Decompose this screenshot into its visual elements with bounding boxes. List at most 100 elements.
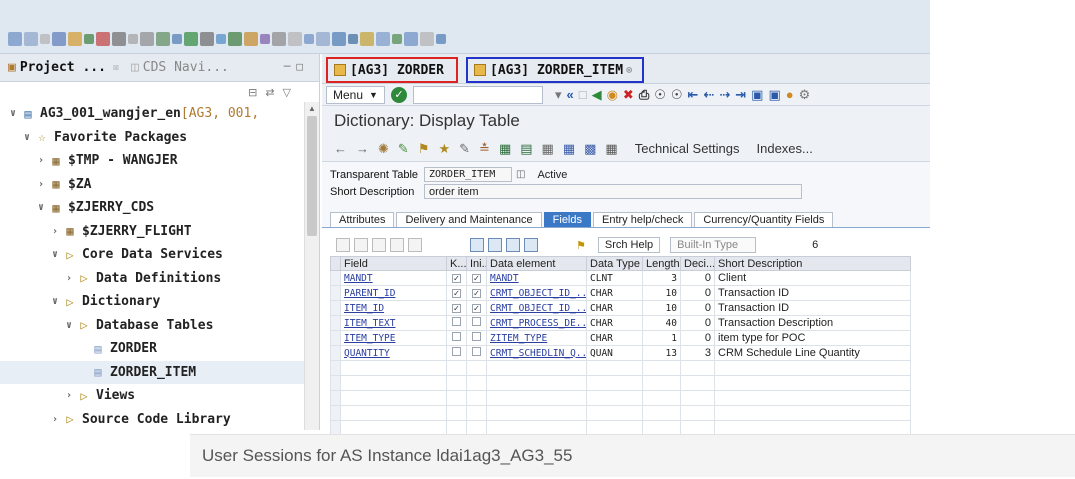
warn-icon[interactable] <box>244 32 258 46</box>
chevron-down-icon[interactable]: ∨ <box>6 108 20 119</box>
settings-icon[interactable]: ⚙ <box>799 87 811 103</box>
tree-item[interactable]: ∨ ▷ Core Data Services <box>0 243 305 267</box>
chevron-right-icon[interactable]: › <box>48 414 62 425</box>
tree-item[interactable]: ▤ ZORDER <box>0 337 305 361</box>
deselect-icon[interactable] <box>506 238 520 252</box>
chevron-down-icon[interactable]: ▾ <box>555 87 562 103</box>
tab-cds-navigator[interactable]: ◫ CDS Navi... <box>131 60 229 75</box>
empty-row[interactable] <box>330 390 911 406</box>
field-name-cell[interactable]: ITEM_TYPE <box>340 330 447 346</box>
search-help-button[interactable]: Srch Help <box>597 237 661 253</box>
data-element-cell[interactable]: CRMT_OBJECT_ID_... <box>486 300 587 316</box>
go-icon[interactable] <box>184 32 198 46</box>
delete-row-icon[interactable] <box>408 238 422 252</box>
field-name-cell[interactable]: PARENT_ID <box>340 285 447 301</box>
scroll-up-icon[interactable]: ▲ <box>308 104 316 113</box>
doc-icon[interactable]: ◫ <box>516 169 525 180</box>
insert-row-icon[interactable] <box>390 238 404 252</box>
chevron-right-icon[interactable]: › <box>62 390 76 401</box>
hierarchy-icon[interactable]: ≛ <box>479 141 490 157</box>
field-name-cell[interactable]: ITEM_ID <box>340 300 447 316</box>
data-element-cell[interactable]: ZITEM_TYPE <box>486 330 587 346</box>
collapse-all-icon[interactable]: ⊟ <box>248 86 257 99</box>
row-header-corner[interactable] <box>330 256 341 271</box>
sync-icon[interactable] <box>172 34 182 44</box>
short-desc-field[interactable]: order item <box>424 184 802 199</box>
tree-item[interactable]: ∨ ▤ AG3_001_wangjer_en [AG3, 001, <box>0 102 305 126</box>
chevron-right-icon[interactable]: › <box>48 226 62 237</box>
init-checkbox[interactable] <box>472 347 481 356</box>
structure-icon[interactable]: ▦ <box>499 141 511 157</box>
empty-row[interactable] <box>330 375 911 391</box>
save-all-icon[interactable] <box>40 34 50 44</box>
tree-item[interactable]: ∨ ▷ Database Tables <box>0 314 305 338</box>
table-row[interactable]: PARENT_ID ✓ ✓ CRMT_OBJECT_ID_... CHAR 10 0 Tran… <box>330 285 911 301</box>
chevron-down-icon[interactable]: ∨ <box>34 202 48 213</box>
tree-item[interactable]: ▤ ZORDER_ITEM <box>0 360 305 384</box>
builtin-type-button[interactable]: Built-In Type <box>670 237 757 253</box>
next-page-icon[interactable]: ⇢ <box>719 87 730 103</box>
indexes-link[interactable]: Indexes... <box>757 141 813 156</box>
paste-row-icon[interactable] <box>372 238 386 252</box>
row-selector[interactable] <box>330 330 341 346</box>
chevron-right-icon[interactable]: › <box>34 179 48 190</box>
empty-row[interactable] <box>330 360 911 376</box>
print-icon[interactable] <box>52 32 66 46</box>
layout-icon[interactable]: ▣ <box>751 87 763 103</box>
subtab-delivery-and-maintenance[interactable]: Delivery and Maintenance <box>396 212 542 227</box>
table-row[interactable]: ITEM_TYPE ZITEM_TYPE CHAR 1 0 item type for P… <box>330 330 911 346</box>
save-icon[interactable] <box>24 32 38 46</box>
chevron-down-icon[interactable]: ∨ <box>62 320 76 331</box>
tree-item[interactable]: ∨ ▦ $ZJERRY_CDS <box>0 196 305 220</box>
key-checkbox[interactable] <box>452 332 461 341</box>
column-header[interactable]: Data element <box>486 256 587 271</box>
filter-icon[interactable]: ▽ <box>283 86 291 99</box>
run-all-icon[interactable] <box>392 34 402 44</box>
row-selector[interactable] <box>330 285 341 301</box>
tree-item[interactable]: › ▷ Views <box>0 384 305 408</box>
expand-icon[interactable] <box>348 34 358 44</box>
subtab-currency-quantity-fields[interactable]: Currency/Quantity Fields <box>694 212 834 227</box>
column-header[interactable]: Short Description <box>714 256 911 271</box>
init-checkbox[interactable]: ✓ <box>472 304 481 313</box>
cancel-icon[interactable]: ✖ <box>623 87 634 103</box>
arrow-icon[interactable] <box>420 32 434 46</box>
table-contents-icon[interactable]: ▤ <box>520 141 532 157</box>
field-name-cell[interactable]: ITEM_TEXT <box>340 315 447 331</box>
chevron-down-icon[interactable]: ∨ <box>48 249 62 260</box>
cut-row-icon[interactable] <box>336 238 350 252</box>
init-checkbox[interactable] <box>472 332 481 341</box>
tab-project-explorer[interactable]: ▣ Project ... ☒ <box>8 60 119 75</box>
empty-row[interactable] <box>330 405 911 421</box>
tree-item[interactable]: › ▦ $TMP - WANGJER <box>0 149 305 173</box>
table-name-field[interactable]: ZORDER_ITEM <box>424 167 512 182</box>
forward-icon[interactable] <box>316 32 330 46</box>
column-header[interactable]: K... <box>446 256 467 271</box>
row-selector[interactable] <box>330 300 341 316</box>
table-row[interactable]: QUANTITY CRMT_SCHEDLIN_Q... QUAN 13 3 CRM Sch… <box>330 345 911 361</box>
refresh-icon[interactable] <box>216 34 226 44</box>
link-icon[interactable] <box>260 34 270 44</box>
subtab-attributes[interactable]: Attributes <box>330 212 395 227</box>
data-element-cell[interactable]: CRMT_SCHEDLIN_Q... <box>486 345 587 361</box>
column-header[interactable]: Length <box>642 256 681 271</box>
init-checkbox[interactable] <box>472 317 481 326</box>
column-header[interactable]: Deci... <box>680 256 715 271</box>
table-row[interactable]: MANDT ✓ ✓ MANDT CLNT 3 0 Client <box>330 270 911 286</box>
blocks-icon[interactable]: ▩ <box>584 141 596 157</box>
nav-icon[interactable] <box>332 32 346 46</box>
search-icon[interactable] <box>140 32 154 46</box>
back-icon[interactable]: ← <box>334 141 347 156</box>
undo-icon[interactable] <box>272 32 286 46</box>
data-element-cell[interactable]: MANDT <box>486 270 587 286</box>
grid-icon[interactable]: ▦ <box>542 141 554 157</box>
save-icon[interactable]: □ <box>579 87 587 102</box>
close-icon[interactable]: ☒ <box>113 62 119 73</box>
close-icon[interactable]: ⊗ <box>626 65 632 76</box>
init-checkbox[interactable]: ✓ <box>472 289 481 298</box>
tab-zorder[interactable]: [AG3] ZORDER <box>326 57 458 83</box>
row-selector[interactable] <box>330 315 341 331</box>
subtab-entry-help-check[interactable]: Entry help/check <box>593 212 693 227</box>
back-icon[interactable] <box>304 34 314 44</box>
table-row[interactable]: ITEM_ID ✓ ✓ CRMT_OBJECT_ID_... CHAR 10 0 Transa… <box>330 300 911 316</box>
